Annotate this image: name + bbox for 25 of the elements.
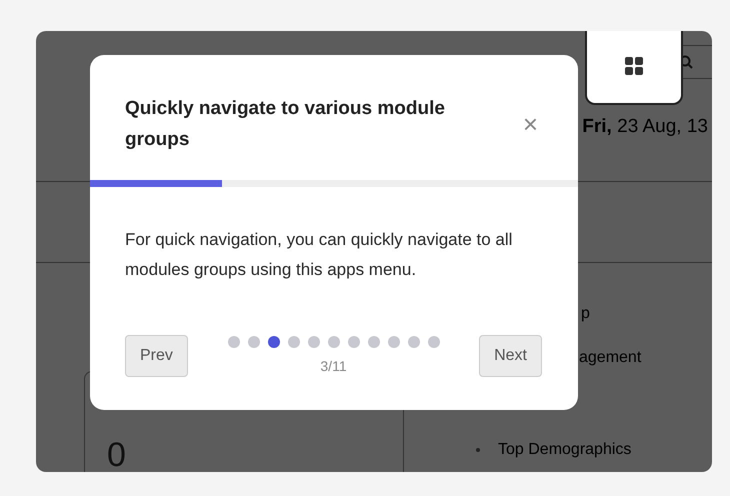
step-counter: 3/11	[320, 358, 347, 374]
dialog-text: For quick navigation, you can quickly navigate to all modules groups using this apps menu.	[125, 229, 514, 281]
step-dot[interactable]	[268, 336, 280, 348]
step-dot[interactable]	[248, 336, 260, 348]
step-dot[interactable]	[408, 336, 420, 348]
step-dot[interactable]	[388, 336, 400, 348]
dialog-title: Quickly navigate to various module groups	[125, 96, 446, 152]
step-dot[interactable]	[288, 336, 300, 348]
step-dot[interactable]	[348, 336, 360, 348]
menu-item-text[interactable]: p	[579, 305, 712, 323]
date-text: Fri, 23 Aug, 13	[582, 116, 708, 138]
stat-value: 0	[107, 438, 126, 472]
prev-button[interactable]: Prev	[125, 335, 188, 377]
step-dot[interactable]	[228, 336, 240, 348]
step-dot[interactable]	[328, 336, 340, 348]
step-dot[interactable]	[308, 336, 320, 348]
next-button[interactable]: Next	[479, 335, 542, 377]
apps-menu-highlight[interactable]	[585, 31, 683, 105]
list-item[interactable]: Top Demographics	[498, 441, 632, 459]
grid-icon	[625, 57, 643, 75]
menu-item-text[interactable]: agement	[579, 349, 712, 367]
step-dot[interactable]	[368, 336, 380, 348]
close-button[interactable]: ×	[518, 110, 542, 136]
step-dot[interactable]	[428, 336, 440, 348]
bullet-icon	[476, 448, 480, 452]
